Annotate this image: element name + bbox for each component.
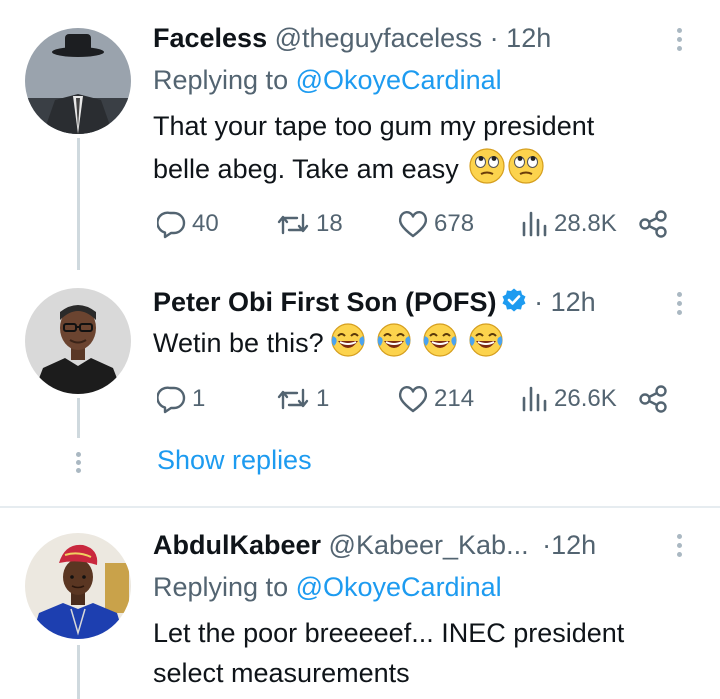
reply-button[interactable]: 40 xyxy=(157,207,219,241)
tweet-1-more-icon[interactable] xyxy=(672,24,686,55)
tweet-1-actions: 40 18 678 28.8K xyxy=(157,207,677,241)
reply-count: 1 xyxy=(192,385,206,412)
tears-of-joy-emoji-icon xyxy=(468,322,504,368)
tweet-1-time[interactable]: 12h xyxy=(506,23,551,53)
replying-prefix: Replying to xyxy=(153,572,289,602)
tears-of-joy-emoji-icon xyxy=(330,322,366,368)
thread-line-1 xyxy=(77,138,80,270)
thread-more-dots xyxy=(73,449,83,476)
tweet-2-name[interactable]: Peter Obi First Son (POFS) xyxy=(153,287,497,317)
replying-to-link[interactable]: @OkoyeCardinal xyxy=(296,65,502,95)
tweet-1-separator: · xyxy=(489,23,499,53)
tweet-divider xyxy=(0,506,720,508)
retweet-icon xyxy=(277,213,309,235)
tweet-2-actions: 1 1 214 26.6K xyxy=(157,382,677,416)
tweet-3-separator: · xyxy=(542,530,552,560)
tweet-1-header: Faceless @theguyfaceless · 12h xyxy=(153,22,551,54)
views-button[interactable]: 26.6K xyxy=(519,382,617,416)
replying-prefix: Replying to xyxy=(153,65,289,95)
reply-button[interactable]: 1 xyxy=(157,382,205,416)
views-icon xyxy=(522,386,547,412)
avatar-abdulkabeer[interactable] xyxy=(25,533,131,639)
tweet-2-text: Wetin be this? xyxy=(153,328,324,359)
like-button[interactable]: 678 xyxy=(397,207,474,241)
views-count: 28.8K xyxy=(554,210,617,237)
tweet-2-text-row: Wetin be this? xyxy=(153,322,504,368)
tweet-1-replying: Replying to @OkoyeCardinal xyxy=(153,64,502,96)
tweet-2-separator: · xyxy=(534,287,544,317)
tweet-2-more-icon[interactable] xyxy=(672,288,686,319)
tears-of-joy-emoji-icon xyxy=(422,322,458,368)
replying-to-link[interactable]: @OkoyeCardinal xyxy=(296,572,502,602)
share-button[interactable] xyxy=(637,382,669,416)
reply-icon xyxy=(157,211,186,239)
retweet-count: 1 xyxy=(316,385,330,412)
views-icon xyxy=(522,211,547,237)
share-icon xyxy=(639,385,667,413)
rolling-eyes-emoji-icon xyxy=(508,148,544,194)
tweet-2-header: Peter Obi First Son (POFS) · 12h xyxy=(153,286,596,320)
tweet-1-name[interactable]: Faceless xyxy=(153,23,267,53)
tweet-3-replying: Replying to @OkoyeCardinal xyxy=(153,571,502,603)
share-icon xyxy=(639,210,667,238)
tweet-1-text-line-2-row: belle abeg. Take am easy xyxy=(153,148,544,194)
heart-icon xyxy=(398,211,428,238)
retweet-icon xyxy=(277,388,309,410)
tweet-3-handle[interactable]: @Kabeer_Kab... xyxy=(329,530,529,560)
heart-icon xyxy=(398,386,428,413)
retweet-button[interactable]: 18 xyxy=(275,207,343,241)
share-button[interactable] xyxy=(637,207,669,241)
views-button[interactable]: 28.8K xyxy=(519,207,617,241)
thread-line-3 xyxy=(77,645,80,699)
show-replies-link[interactable]: Show replies xyxy=(157,445,312,476)
avatar-faceless[interactable] xyxy=(25,28,131,134)
tweet-3-name[interactable]: AbdulKabeer xyxy=(153,530,321,560)
tweet-3-text-line-1: Let the poor breeeeef... INEC president xyxy=(153,618,625,648)
like-button[interactable]: 214 xyxy=(397,382,474,416)
tweet-2-time[interactable]: 12h xyxy=(551,287,596,317)
avatar-pofs[interactable] xyxy=(25,288,131,394)
retweet-count: 18 xyxy=(316,210,343,237)
tears-of-joy-emoji-icon xyxy=(376,322,412,368)
like-count: 214 xyxy=(434,385,475,412)
like-count: 678 xyxy=(434,210,475,237)
reply-count: 40 xyxy=(192,210,219,237)
reply-icon xyxy=(157,386,186,414)
retweet-button[interactable]: 1 xyxy=(275,382,329,416)
tweet-1-text-line-1: That your tape too gum my president xyxy=(153,111,595,141)
tweet-1-text-line-2: belle abeg. Take am easy xyxy=(153,154,459,185)
tweet-3-more-icon[interactable] xyxy=(672,530,686,561)
tweet-3-text-line-2: select measurements xyxy=(153,658,410,688)
verified-badge-icon xyxy=(501,287,527,320)
views-count: 26.6K xyxy=(554,385,617,412)
tweet-3-header: AbdulKabeer @Kabeer_Kab... ·12h xyxy=(153,529,596,561)
tweet-1-handle[interactable]: @theguyfaceless xyxy=(275,23,483,53)
rolling-eyes-emoji-icon xyxy=(469,148,505,194)
tweet-3-time[interactable]: 12h xyxy=(551,530,596,560)
thread-line-2 xyxy=(77,398,80,438)
